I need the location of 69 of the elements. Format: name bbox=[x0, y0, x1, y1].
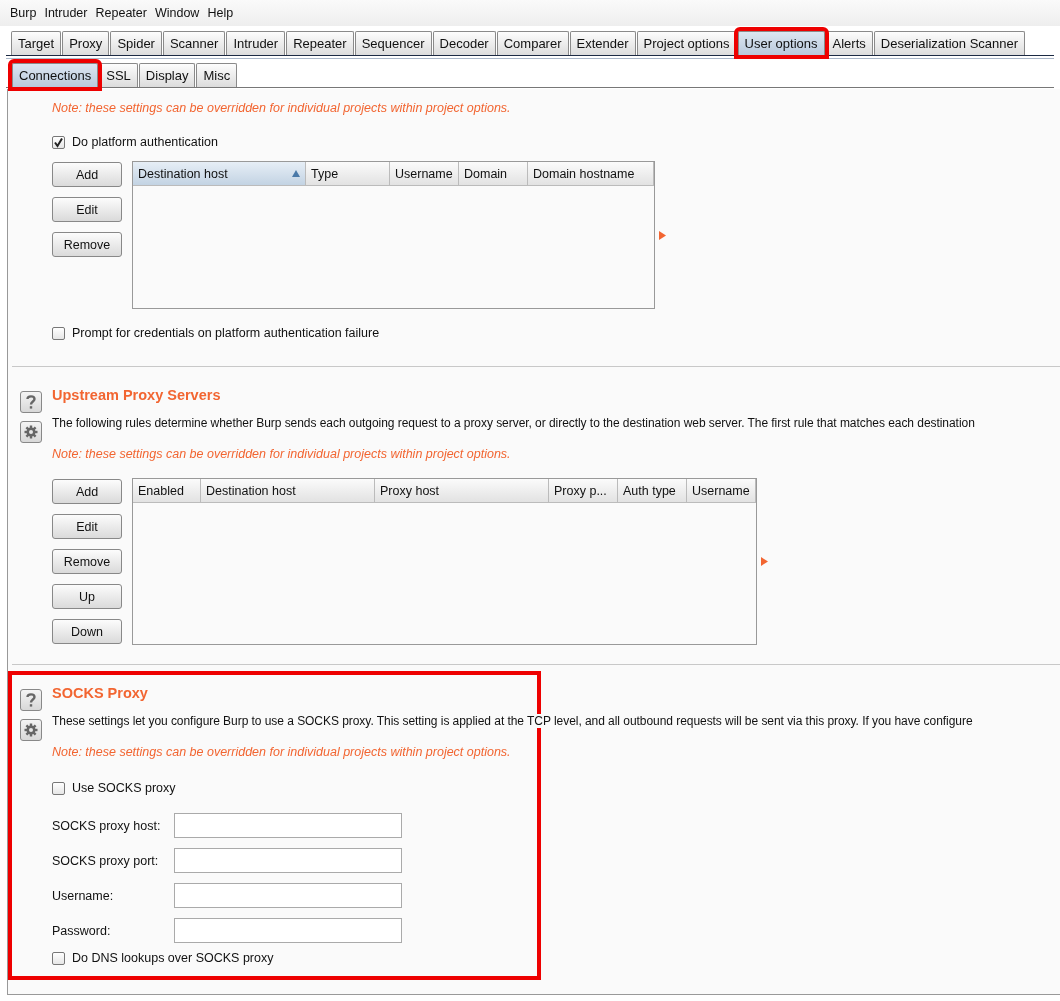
table-button[interactable]: Add bbox=[52, 162, 122, 187]
tab[interactable]: Extender bbox=[569, 31, 636, 55]
field-label: SOCKS proxy port: bbox=[52, 853, 160, 868]
column-header[interactable]: Enabled bbox=[133, 479, 201, 502]
tab[interactable]: Spider bbox=[110, 31, 162, 55]
input-field[interactable] bbox=[174, 813, 402, 838]
menu-item[interactable]: Burp bbox=[6, 6, 41, 20]
column-header[interactable]: Proxy p... bbox=[549, 479, 618, 502]
column-header[interactable]: Proxy host bbox=[375, 479, 549, 502]
note-text: Note: these settings can be overridden for individual projects within project options. bbox=[52, 745, 512, 759]
table-button[interactable]: Remove bbox=[52, 549, 122, 574]
column-header[interactable]: Domain bbox=[459, 162, 528, 185]
column-header[interactable]: Username bbox=[390, 162, 459, 185]
tab[interactable]: SSL bbox=[99, 63, 138, 87]
tab[interactable]: Project options bbox=[636, 31, 737, 55]
note-text: Note: these settings can be overridden for individual projects within project options. bbox=[52, 447, 512, 461]
tab[interactable]: Deserialization Scanner bbox=[873, 31, 1026, 55]
tab[interactable]: Scanner bbox=[162, 31, 226, 55]
help-icon[interactable] bbox=[20, 689, 42, 711]
field-label: SOCKS proxy host: bbox=[52, 818, 162, 833]
section-title: SOCKS Proxy bbox=[52, 685, 149, 701]
checkbox[interactable] bbox=[52, 951, 65, 965]
tab[interactable]: Display bbox=[138, 63, 196, 87]
column-header[interactable]: Destination host bbox=[201, 479, 375, 502]
tab[interactable]: Proxy bbox=[62, 31, 110, 55]
column-header[interactable]: Username bbox=[687, 479, 756, 502]
checkbox-label: Prompt for credentials on platform authentication failure bbox=[72, 326, 380, 340]
expand-arrow-icon[interactable] bbox=[761, 557, 768, 566]
settings-icon[interactable] bbox=[20, 421, 42, 443]
tab[interactable]: Comparer bbox=[496, 31, 569, 55]
menu-item[interactable]: Help bbox=[203, 6, 238, 20]
checkbox-label: Do platform authentication bbox=[72, 135, 218, 149]
checkbox-label: Do DNS lookups over SOCKS proxy bbox=[72, 951, 274, 965]
tab[interactable]: Decoder bbox=[432, 31, 496, 55]
tab[interactable]: Sequencer bbox=[354, 31, 432, 55]
checkbox-label: Use SOCKS proxy bbox=[72, 781, 176, 795]
checkbox[interactable] bbox=[52, 781, 65, 795]
tab[interactable]: Target bbox=[11, 31, 62, 55]
description-text: These settings let you configure Burp to use a SOCKS proxy. This setting is applied at the TCP level, and all outbound requests will be sent via this proxy. If you have configure bbox=[52, 714, 973, 728]
help-icon[interactable] bbox=[20, 391, 42, 413]
field-label: Username: bbox=[52, 888, 115, 903]
column-header[interactable]: Domain hostname bbox=[528, 162, 654, 185]
column-header[interactable]: Destination host bbox=[133, 162, 306, 185]
section-title: Upstream Proxy Servers bbox=[52, 387, 222, 403]
column-header[interactable]: Auth type bbox=[618, 479, 687, 502]
tab[interactable]: Repeater bbox=[286, 31, 354, 55]
table-button[interactable]: Edit bbox=[52, 197, 122, 222]
table-button[interactable]: Add bbox=[52, 479, 122, 504]
checkbox[interactable] bbox=[52, 326, 65, 340]
settings-icon[interactable] bbox=[20, 719, 42, 741]
tab[interactable]: Intruder bbox=[226, 31, 286, 55]
column-header[interactable]: Type bbox=[306, 162, 390, 185]
checkbox[interactable] bbox=[52, 135, 65, 149]
menu-item[interactable]: Window bbox=[150, 6, 204, 20]
menu-item[interactable]: Intruder bbox=[40, 6, 92, 20]
tab[interactable]: Misc bbox=[196, 63, 238, 87]
input-field[interactable] bbox=[174, 918, 402, 943]
sort-arrow-icon bbox=[292, 170, 300, 177]
table-button[interactable]: Up bbox=[52, 584, 122, 609]
note-text: Note: these settings can be overridden for individual projects within project options. bbox=[52, 101, 512, 115]
input-field[interactable] bbox=[174, 883, 402, 908]
expand-arrow-icon[interactable] bbox=[659, 230, 666, 240]
menu-item[interactable]: Repeater bbox=[91, 6, 151, 20]
description-text: The following rules determine whether Burp sends each outgoing request to a proxy server, or directly to the destination web server. The first rule that matches each destination bbox=[52, 416, 975, 430]
table-button[interactable]: Remove bbox=[52, 232, 122, 257]
input-field[interactable] bbox=[174, 848, 402, 873]
table-button[interactable]: Edit bbox=[52, 514, 122, 539]
table-button[interactable]: Down bbox=[52, 619, 122, 644]
field-label: Password: bbox=[52, 923, 112, 938]
